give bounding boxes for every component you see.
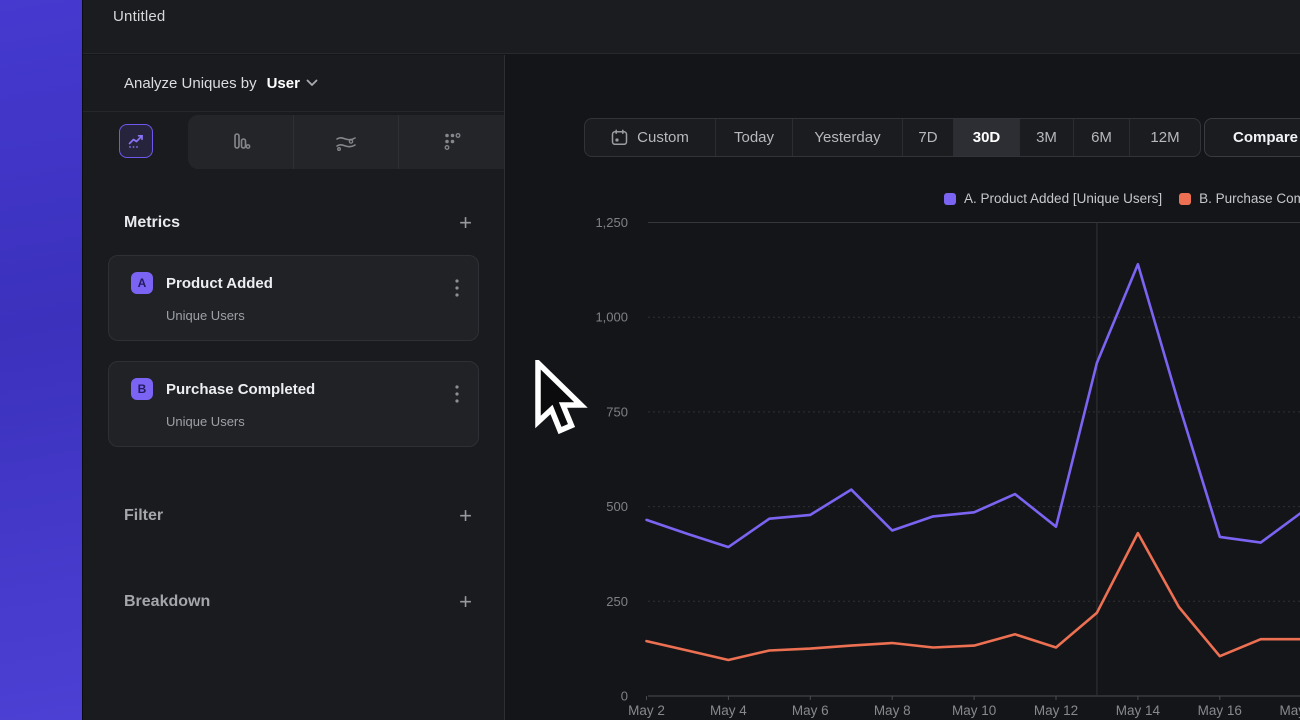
metric-card-a[interactable]: A Product Added Unique Users xyxy=(108,255,479,341)
mouse-cursor xyxy=(532,360,592,446)
analyze-row: Analyze Uniques by User xyxy=(83,55,504,112)
metric-title: Product Added xyxy=(166,275,273,292)
range-yesterday[interactable]: Yesterday xyxy=(792,119,902,156)
unselected-tabs-group xyxy=(188,115,504,169)
x-axis-tick-label: May 4 xyxy=(710,703,747,718)
legend-label: A. Product Added [Unique Users] xyxy=(964,191,1162,206)
date-range-control: Custom Today Yesterday 7D 30D 3M 6M 12M xyxy=(584,118,1201,157)
x-axis-tick-label: May 8 xyxy=(874,703,911,718)
range-12m[interactable]: 12M xyxy=(1129,119,1200,156)
series-line[interactable] xyxy=(647,533,1300,660)
metric-card-b[interactable]: B Purchase Completed Unique Users xyxy=(108,361,479,447)
y-axis-tick-label: 500 xyxy=(606,499,628,514)
metric-badge-b: B xyxy=(131,378,153,400)
filter-section-header: Filter + xyxy=(83,505,504,527)
tab-flows[interactable] xyxy=(293,115,399,169)
legend-label: B. Purchase Completed [Unique Users] xyxy=(1199,191,1300,206)
add-breakdown-button[interactable]: + xyxy=(459,591,472,613)
metric-subtitle[interactable]: Unique Users xyxy=(109,400,478,429)
metric-card-b-row: B Purchase Completed xyxy=(109,362,478,400)
x-axis-tick-label: May 10 xyxy=(952,703,996,718)
x-axis-tick-label: May 16 xyxy=(1198,703,1242,718)
series-line[interactable] xyxy=(647,264,1300,547)
top-bar: Untitled xyxy=(83,0,1300,54)
x-axis-tick-label: May 18 xyxy=(1280,703,1300,718)
range-6m[interactable]: 6M xyxy=(1073,119,1129,156)
analyze-by-dropdown[interactable]: User xyxy=(267,75,318,92)
add-metric-button[interactable]: + xyxy=(459,212,472,234)
metric-card-a-row: A Product Added xyxy=(109,256,478,294)
chevron-down-icon xyxy=(306,79,318,87)
add-filter-button[interactable]: + xyxy=(459,505,472,527)
brand-gradient-strip xyxy=(0,0,83,720)
breakdown-section-header: Breakdown + xyxy=(83,591,504,613)
selected-tab-box xyxy=(119,124,153,158)
range-today[interactable]: Today xyxy=(715,119,792,156)
analyze-by-value: User xyxy=(267,75,300,92)
legend-swatch-orange xyxy=(1179,193,1191,205)
range-30d-selected[interactable]: 30D xyxy=(953,119,1019,156)
range-custom[interactable]: Custom xyxy=(585,119,715,156)
y-axis-tick-label: 1,250 xyxy=(595,215,628,230)
range-3m[interactable]: 3M xyxy=(1019,119,1073,156)
chart-legend: A. Product Added [Unique Users] B. Purch… xyxy=(944,191,1300,206)
x-axis-tick-label: May 2 xyxy=(628,703,665,718)
grid-dots-icon xyxy=(441,131,463,153)
metric-title: Purchase Completed xyxy=(166,381,315,398)
metrics-section-header: Metrics + xyxy=(83,212,504,234)
x-axis-tick-label: May 14 xyxy=(1116,703,1161,718)
x-axis-tick-label: May 6 xyxy=(792,703,829,718)
tab-bar-chart[interactable] xyxy=(188,115,293,169)
analyze-label: Analyze Uniques by xyxy=(124,75,257,92)
filter-heading: Filter xyxy=(124,507,163,525)
range-custom-label: Custom xyxy=(637,129,689,146)
query-builder-sidebar: Analyze Uniques by User xyxy=(83,55,505,720)
breakdown-heading: Breakdown xyxy=(124,593,210,611)
x-axis-tick-label: May 12 xyxy=(1034,703,1078,718)
chart-type-tabstrip xyxy=(83,112,504,169)
compare-button[interactable]: Compare xyxy=(1204,118,1300,157)
line-chart-icon xyxy=(127,132,145,150)
report-title[interactable]: Untitled xyxy=(113,8,165,25)
app-window: { "topbar": { "title": "Untitled" }, "si… xyxy=(0,0,1300,720)
y-axis-tick-label: 750 xyxy=(606,404,628,419)
y-axis-tick-label: 250 xyxy=(606,594,628,609)
y-axis-tick-label: 1,000 xyxy=(595,310,628,325)
calendar-icon xyxy=(611,129,628,146)
bar-chart-icon xyxy=(229,131,251,153)
legend-item-a[interactable]: A. Product Added [Unique Users] xyxy=(944,191,1162,206)
kebab-menu-icon[interactable] xyxy=(454,278,460,298)
y-axis-tick-label: 0 xyxy=(621,689,628,704)
legend-swatch-purple xyxy=(944,193,956,205)
tab-line-chart[interactable] xyxy=(83,112,188,169)
flows-icon xyxy=(334,131,358,153)
metrics-heading: Metrics xyxy=(124,214,180,232)
legend-item-b[interactable]: B. Purchase Completed [Unique Users] xyxy=(1179,191,1300,206)
metric-badge-a: A xyxy=(131,272,153,294)
kebab-menu-icon[interactable] xyxy=(454,384,460,404)
range-7d[interactable]: 7D xyxy=(902,119,953,156)
tab-grid[interactable] xyxy=(398,115,504,169)
metric-subtitle[interactable]: Unique Users xyxy=(109,294,478,323)
